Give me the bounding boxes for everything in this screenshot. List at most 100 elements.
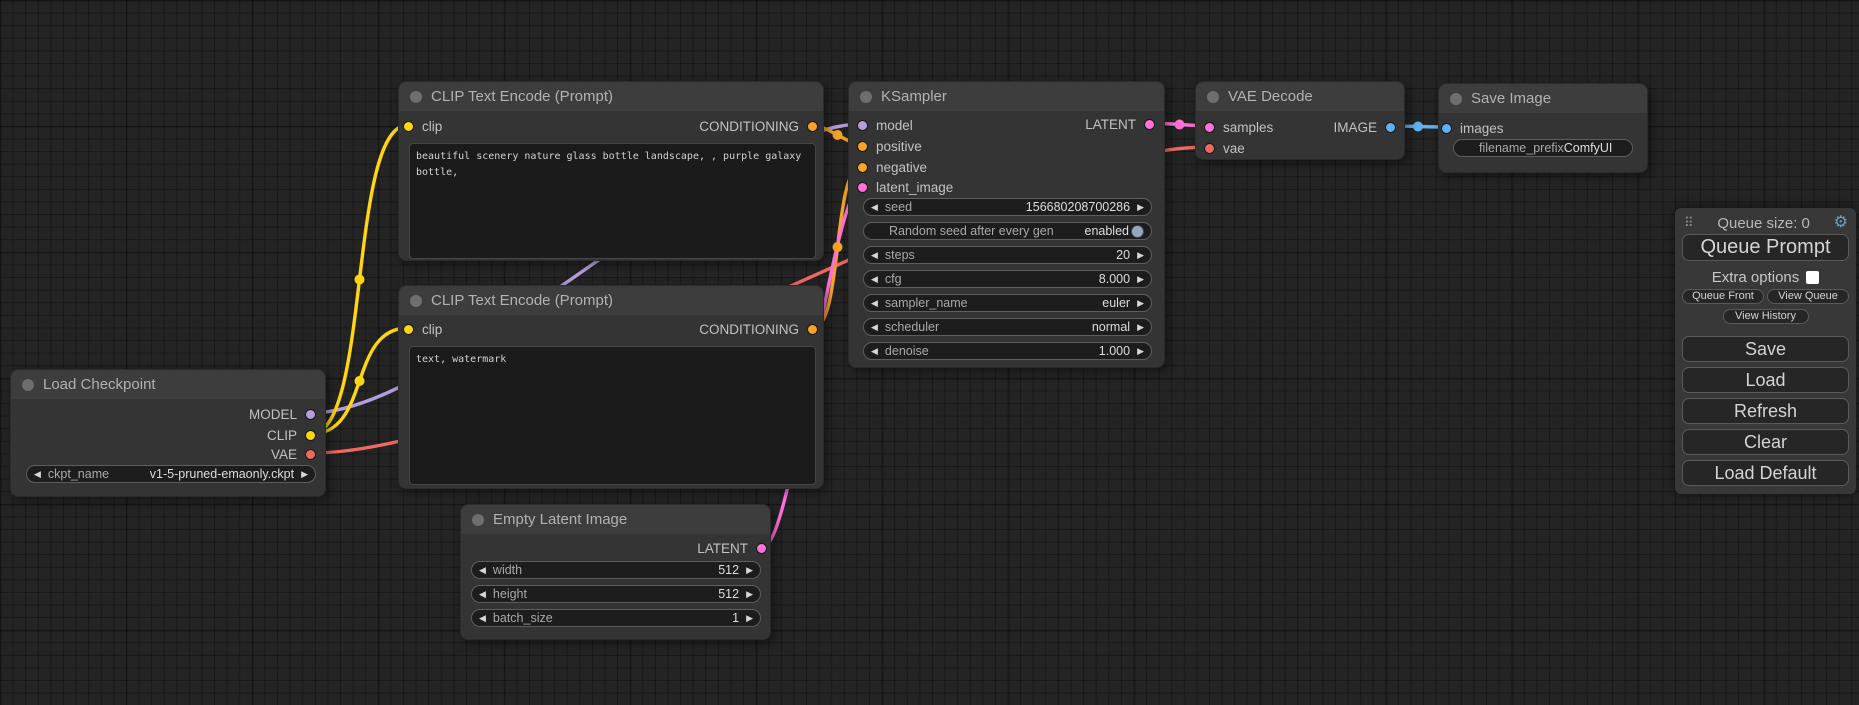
increment-arrow-icon[interactable]: ▶: [1137, 323, 1144, 332]
link-midpoint-dot[interactable]: [1175, 120, 1185, 130]
slot-dot-conditioning[interactable]: [857, 162, 868, 173]
node-empty-latent-image[interactable]: Empty Latent Image LATENT ◀ width 512 ▶ …: [460, 504, 771, 640]
slot-dot-model[interactable]: [305, 409, 316, 420]
settings-gear-icon[interactable]: ⚙: [1834, 215, 1848, 231]
queue-prompt-button[interactable]: Queue Prompt: [1682, 234, 1849, 261]
widget-seed[interactable]: ◀ seed 156680208700286 ▶: [863, 198, 1152, 216]
increment-arrow-icon[interactable]: ▶: [1137, 347, 1144, 356]
node-title-bar[interactable]: Empty Latent Image: [461, 505, 770, 534]
decrement-arrow-icon[interactable]: ◀: [479, 590, 486, 599]
slot-dot-latent[interactable]: [756, 543, 767, 554]
decrement-arrow-icon[interactable]: ◀: [871, 275, 878, 284]
input-slot-vae[interactable]: vae: [1204, 139, 1245, 157]
output-slot-conditioning[interactable]: CONDITIONING: [699, 320, 818, 338]
widget-filename-prefix[interactable]: filename_prefix ComfyUI: [1453, 139, 1633, 157]
output-slot-latent[interactable]: LATENT: [697, 539, 767, 557]
slot-dot-conditioning[interactable]: [807, 121, 818, 132]
load-button[interactable]: Load: [1682, 367, 1849, 393]
collapse-dot-icon[interactable]: [22, 379, 34, 391]
node-graph-canvas[interactable]: Load Checkpoint MODEL CLIP VAE ◀ ckpt_na…: [0, 0, 1859, 705]
slot-dot-image[interactable]: [1441, 123, 1452, 134]
view-queue-button[interactable]: View Queue: [1767, 289, 1849, 304]
output-slot-latent[interactable]: LATENT: [1085, 115, 1155, 133]
queue-front-button[interactable]: Queue Front: [1682, 289, 1764, 304]
prompt-text-area[interactable]: beautiful scenery nature glass bottle la…: [409, 143, 816, 259]
increment-arrow-icon[interactable]: ▶: [746, 590, 753, 599]
widget-cfg[interactable]: ◀ cfg 8.000 ▶: [863, 270, 1152, 288]
increment-arrow-icon[interactable]: ▶: [301, 470, 308, 479]
link-midpoint-dot[interactable]: [355, 275, 365, 285]
node-title-bar[interactable]: VAE Decode: [1196, 82, 1404, 111]
node-clip-text-encode-negative[interactable]: CLIP Text Encode (Prompt) clip CONDITION…: [398, 285, 824, 489]
load-default-button[interactable]: Load Default: [1682, 460, 1849, 486]
decrement-arrow-icon[interactable]: ◀: [871, 203, 878, 212]
output-slot-model[interactable]: MODEL: [249, 405, 316, 423]
view-history-button[interactable]: View History: [1723, 309, 1809, 324]
increment-arrow-icon[interactable]: ▶: [1137, 275, 1144, 284]
drag-handle-icon[interactable]: ⠿: [1684, 215, 1694, 231]
slot-dot-clip[interactable]: [305, 430, 316, 441]
decrement-arrow-icon[interactable]: ◀: [871, 323, 878, 332]
node-title-bar[interactable]: CLIP Text Encode (Prompt): [399, 82, 823, 111]
slot-dot-image[interactable]: [1385, 122, 1396, 133]
save-button[interactable]: Save: [1682, 336, 1849, 362]
node-title-bar[interactable]: KSampler: [849, 82, 1164, 111]
node-save-image[interactable]: Save Image images filename_prefix ComfyU…: [1438, 83, 1648, 173]
widget-ckpt-name[interactable]: ◀ ckpt_name v1-5-pruned-emaonly.ckpt ▶: [26, 465, 316, 483]
node-title-bar[interactable]: Load Checkpoint: [11, 370, 325, 399]
increment-arrow-icon[interactable]: ▶: [1137, 251, 1144, 260]
slot-dot-latent[interactable]: [1204, 122, 1215, 133]
decrement-arrow-icon[interactable]: ◀: [34, 470, 41, 479]
slot-dot-latent[interactable]: [857, 182, 868, 193]
output-slot-vae[interactable]: VAE: [271, 445, 316, 463]
widget-sampler-name[interactable]: ◀ sampler_name euler ▶: [863, 294, 1152, 312]
slot-dot-vae[interactable]: [305, 449, 316, 460]
link-midpoint-dot[interactable]: [833, 130, 843, 140]
node-ksampler[interactable]: KSampler model positive negative latent_…: [848, 81, 1165, 368]
link-midpoint-dot[interactable]: [1413, 122, 1423, 132]
input-slot-negative[interactable]: negative: [857, 158, 927, 176]
slot-dot-latent[interactable]: [1144, 119, 1155, 130]
collapse-dot-icon[interactable]: [860, 91, 872, 103]
collapse-dot-icon[interactable]: [472, 514, 484, 526]
clear-button[interactable]: Clear: [1682, 429, 1849, 455]
slot-dot-clip[interactable]: [403, 121, 414, 132]
toggle-enabled-indicator[interactable]: [1131, 225, 1144, 238]
input-slot-clip[interactable]: clip: [403, 117, 442, 135]
input-slot-samples[interactable]: samples: [1204, 118, 1273, 136]
increment-arrow-icon[interactable]: ▶: [1137, 299, 1144, 308]
node-vae-decode[interactable]: VAE Decode samples vae IMAGE: [1195, 81, 1405, 160]
link-midpoint-dot[interactable]: [833, 242, 843, 252]
collapse-dot-icon[interactable]: [1450, 93, 1462, 105]
input-slot-model[interactable]: model: [857, 116, 913, 134]
widget-random-seed-toggle[interactable]: Random seed after every gen enabled: [863, 222, 1152, 240]
decrement-arrow-icon[interactable]: ◀: [871, 347, 878, 356]
slot-dot-conditioning[interactable]: [857, 141, 868, 152]
input-slot-clip[interactable]: clip: [403, 320, 442, 338]
decrement-arrow-icon[interactable]: ◀: [479, 566, 486, 575]
slot-dot-conditioning[interactable]: [807, 324, 818, 335]
increment-arrow-icon[interactable]: ▶: [746, 614, 753, 623]
node-load-checkpoint[interactable]: Load Checkpoint MODEL CLIP VAE ◀ ckpt_na…: [10, 369, 326, 497]
prompt-text-area[interactable]: text, watermark: [409, 346, 816, 485]
widget-width[interactable]: ◀ width 512 ▶: [471, 561, 761, 579]
node-title-bar[interactable]: CLIP Text Encode (Prompt): [399, 286, 823, 315]
input-slot-images[interactable]: images: [1441, 119, 1504, 137]
widget-denoise[interactable]: ◀ denoise 1.000 ▶: [863, 342, 1152, 360]
widget-batch-size[interactable]: ◀ batch_size 1 ▶: [471, 609, 761, 627]
collapse-dot-icon[interactable]: [410, 295, 422, 307]
input-slot-latent-image[interactable]: latent_image: [857, 178, 953, 196]
link-midpoint-dot[interactable]: [355, 376, 365, 386]
slot-dot-clip[interactable]: [403, 324, 414, 335]
decrement-arrow-icon[interactable]: ◀: [871, 299, 878, 308]
collapse-dot-icon[interactable]: [410, 91, 422, 103]
slot-dot-model[interactable]: [857, 120, 868, 131]
node-title-bar[interactable]: Save Image: [1439, 84, 1647, 113]
output-slot-image[interactable]: IMAGE: [1333, 118, 1396, 136]
widget-scheduler[interactable]: ◀ scheduler normal ▶: [863, 318, 1152, 336]
input-slot-positive[interactable]: positive: [857, 137, 922, 155]
widget-height[interactable]: ◀ height 512 ▶: [471, 585, 761, 603]
output-slot-conditioning[interactable]: CONDITIONING: [699, 117, 818, 135]
increment-arrow-icon[interactable]: ▶: [1137, 203, 1144, 212]
decrement-arrow-icon[interactable]: ◀: [479, 614, 486, 623]
